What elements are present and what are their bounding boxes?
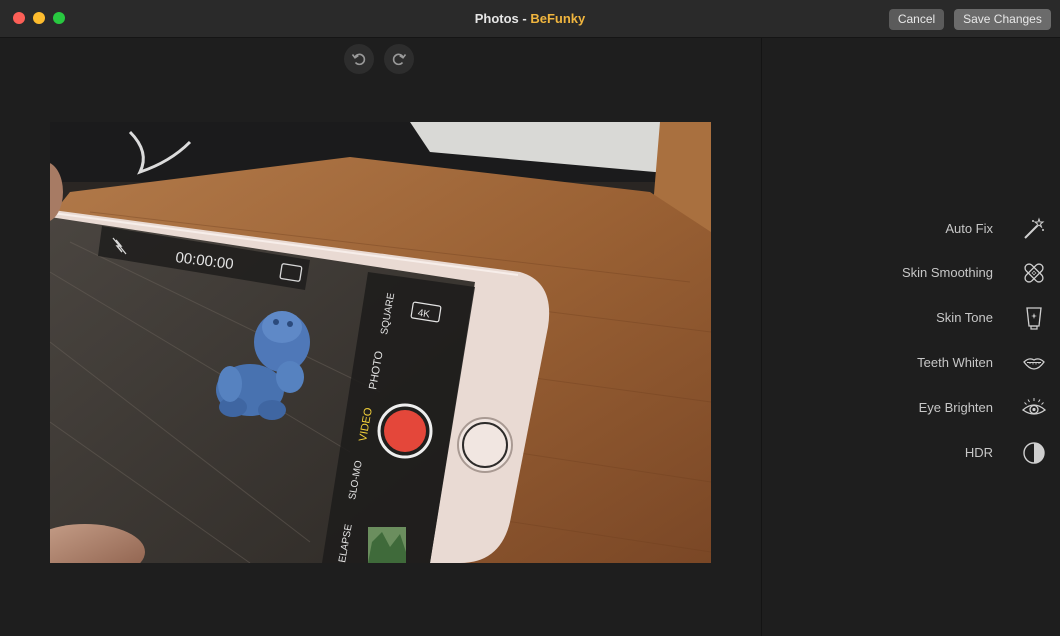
tool-hdr[interactable]: HDR <box>762 436 1060 470</box>
app-window: Photos - BeFunky Cancel Save Changes 00:… <box>0 0 1060 636</box>
tube-icon <box>1026 307 1042 330</box>
lips-icon <box>1023 358 1045 370</box>
tool-label: Auto Fix <box>945 221 993 236</box>
tool-skin-smoothing[interactable]: Skin Smoothing <box>762 256 1060 290</box>
title-bar: Photos - BeFunky Cancel Save Changes <box>0 0 1060 38</box>
tools-panel: Auto Fix Skin Smoothing Skin Tone Teeth … <box>762 38 1060 636</box>
tool-label: HDR <box>964 445 993 460</box>
redo-icon <box>392 53 407 66</box>
tool-eye-brighten[interactable]: Eye Brighten <box>762 391 1060 425</box>
eye-icon <box>1022 398 1046 415</box>
tool-label: Teeth Whiten <box>917 355 993 370</box>
bandage-icon <box>1024 263 1044 283</box>
tool-label: Eye Brighten <box>918 400 993 415</box>
hdr-icon <box>1023 442 1045 464</box>
tool-auto-fix[interactable]: Auto Fix <box>762 212 1060 246</box>
tool-label: Skin Smoothing <box>901 265 993 280</box>
title-extension: BeFunky <box>530 11 586 26</box>
tool-label: Skin Tone <box>936 310 993 325</box>
tool-teeth-whiten[interactable]: Teeth Whiten <box>762 346 1060 380</box>
undo-button[interactable] <box>344 44 374 74</box>
title-app: Photos <box>474 11 519 26</box>
magic-wand-icon <box>1024 217 1045 239</box>
redo-button[interactable] <box>384 44 414 74</box>
cancel-button[interactable]: Cancel <box>889 9 944 30</box>
badge-4k: 4K <box>417 308 431 321</box>
tool-skin-tone[interactable]: Skin Tone <box>762 301 1060 335</box>
undo-icon <box>351 53 366 66</box>
title-separator: - <box>518 11 531 26</box>
photo-preview[interactable]: 00:00:00 4K SQUARE PHOTO VIDEO SLO-MO EL… <box>50 122 711 563</box>
save-changes-button[interactable]: Save Changes <box>954 9 1051 30</box>
photo-image: 00:00:00 4K SQUARE PHOTO VIDEO SLO-MO EL… <box>50 122 711 563</box>
